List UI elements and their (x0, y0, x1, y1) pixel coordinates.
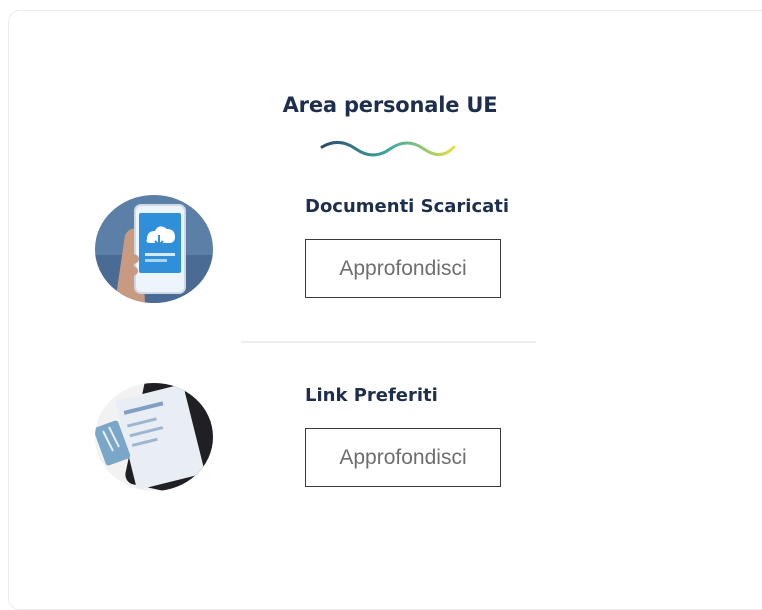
approfondisci-button[interactable]: Approfondisci (305, 428, 501, 487)
item-title-documenti-scaricati: Documenti Scaricati (305, 196, 510, 217)
favorite-links-image (95, 383, 213, 491)
item-title-link-preferiti: Link Preferiti (305, 385, 438, 406)
decorative-wave (320, 141, 456, 157)
divider (241, 341, 536, 343)
documents-downloaded-image (95, 195, 213, 303)
tablet-phone-icon (95, 383, 213, 491)
section-title: Area personale UE (282, 93, 498, 117)
approfondisci-button[interactable]: Approfondisci (305, 239, 501, 298)
phone-cloud-icon (95, 195, 213, 303)
